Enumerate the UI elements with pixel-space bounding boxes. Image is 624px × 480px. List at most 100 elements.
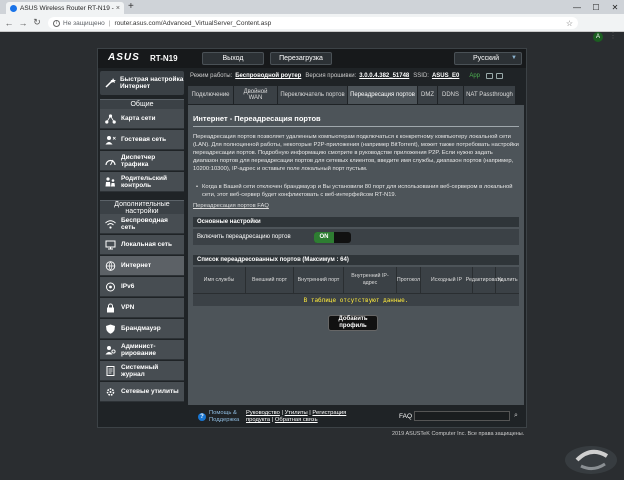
close-tab-icon[interactable]: × — [116, 5, 120, 12]
language-value: Русский — [473, 55, 499, 62]
reboot-button[interactable]: Перезагрузка — [270, 52, 332, 65]
sidebar-item-wan[interactable]: Интернет — [100, 256, 184, 276]
favicon-icon — [10, 4, 17, 12]
sidebar-item-label: Карта сети — [121, 115, 156, 122]
column-header: Редактировать — [466, 267, 502, 293]
back-icon[interactable]: ← — [2, 18, 16, 28]
close-window-icon[interactable]: ✕ — [606, 0, 624, 14]
help-line-1: Помощь & — [209, 410, 237, 416]
status-bar: Режим работы: Беспроводной роутер Версия… — [190, 70, 526, 82]
faq-link[interactable]: Переадресация портов FAQ — [193, 203, 269, 209]
sidebar-item-label: Сетевые утилиты — [121, 388, 179, 395]
sidebar-item-label: Админист-рирование — [121, 342, 156, 357]
router-top-bar: ASUS RT-N19 Выход Перезагрузка Русский ▼ — [98, 49, 526, 68]
page-title: Интернет - Переадресация портов — [193, 114, 321, 123]
sidebar-item-guest-network[interactable]: Гостевая сеть — [100, 130, 184, 150]
basic-settings-header: Основные настройки — [193, 217, 519, 227]
avatar[interactable]: A — [593, 32, 603, 42]
sidebar-item-system-log[interactable]: Системный журнал — [100, 361, 184, 381]
router-model: RT-N19 — [150, 54, 178, 63]
tab-dmz[interactable]: DMZ — [418, 86, 438, 104]
tab-connection[interactable]: Подключение — [188, 86, 234, 104]
feedback-link[interactable]: Обратная связь — [275, 417, 318, 423]
manual-link[interactable]: Руководство — [246, 410, 280, 416]
shield-icon — [105, 324, 116, 334]
sidebar-item-label: Родительский контроль — [121, 174, 167, 189]
ssid-value[interactable]: ASUS_E0 — [432, 73, 459, 79]
info-icon[interactable]: i — [53, 19, 60, 27]
tab-port-forwarding[interactable]: Переадресация портов — [348, 86, 418, 104]
bookmark-star-icon[interactable]: ☆ — [566, 19, 573, 28]
mode-value[interactable]: Беспроводной роутер — [235, 73, 301, 79]
tab-nat-passthrough[interactable]: NAT Passthrough — [464, 86, 516, 104]
system-log-icon — [105, 365, 116, 376]
copyright: 2019 ASUSTeK Computer Inc. Все права защ… — [392, 431, 525, 437]
add-profile-button[interactable]: Добавить профиль — [328, 315, 378, 331]
faq-search-input[interactable] — [414, 411, 510, 421]
globe-icon — [105, 260, 116, 271]
tab-port-trigger[interactable]: Переключатель портов — [278, 86, 348, 104]
sidebar-item-lan[interactable]: Локальная сеть — [100, 235, 184, 255]
lan-icon — [105, 240, 116, 250]
column-header: Имя службы — [193, 267, 246, 293]
ssid-label: SSID: — [413, 73, 429, 79]
general-section-header: Общие — [100, 99, 184, 109]
sidebar-item-vpn[interactable]: VPN — [100, 298, 184, 318]
enable-forwarding-toggle[interactable]: ON — [314, 232, 351, 243]
tab-dual-wan[interactable]: Двойной WAN — [234, 86, 278, 104]
new-tab-icon[interactable]: + — [128, 1, 134, 12]
maximize-icon[interactable]: ☐ — [587, 0, 605, 14]
tab-ddns[interactable]: DDNS — [438, 86, 464, 104]
logout-button[interactable]: Выход — [202, 52, 264, 65]
browser-tab[interactable]: ASUS Wireless Router RT-N19 - Пер × — [6, 2, 124, 14]
sidebar-item-label: Диспетчер трафика — [121, 153, 156, 168]
registration-link[interactable]: Регистрация — [312, 410, 346, 416]
minimize-icon[interactable]: — — [568, 0, 586, 14]
ipv6-icon — [105, 282, 116, 292]
footer-links: Руководство | Утилиты | Регистрация прод… — [246, 410, 347, 423]
language-select[interactable]: Русский ▼ — [454, 52, 522, 65]
help-support[interactable]: ? Помощь & Поддержка — [198, 410, 239, 423]
enable-forwarding-label: Включить переадресацию портов — [197, 234, 291, 240]
sidebar-item-quick-setup[interactable]: Быстрая настройка Интернет — [100, 71, 184, 95]
sidebar-item-network-map[interactable]: Карта сети — [100, 109, 184, 129]
help-icon: ? — [198, 412, 206, 421]
app-link[interactable]: App — [469, 73, 480, 79]
parental-control-icon — [105, 176, 116, 187]
mode-label: Режим работы: — [190, 73, 233, 79]
menu-icon[interactable]: ⋮ — [609, 31, 617, 40]
sidebar-item-firewall[interactable]: Брандмауэр — [100, 319, 184, 339]
network-status-icon[interactable] — [486, 73, 493, 79]
network-tools-icon — [105, 387, 116, 397]
firmware-value[interactable]: 3.0.0.4.382_51748 — [359, 73, 409, 79]
quick-setup-label: Быстрая настройка Интернет — [120, 76, 184, 90]
wand-icon — [105, 78, 116, 88]
url-input[interactable]: i Не защищено | router.asus.com/Advanced… — [48, 17, 578, 29]
usb-status-icon[interactable] — [496, 73, 503, 79]
toggle-on-label: ON — [314, 232, 334, 243]
sidebar-item-ipv6[interactable]: IPv6 — [100, 277, 184, 297]
sidebar-item-traffic-manager[interactable]: Диспетчер трафика — [100, 151, 184, 171]
search-icon[interactable]: ⌕ — [514, 412, 518, 420]
enable-forwarding-row: Включить переадресацию портов ON — [193, 229, 519, 245]
empty-table-message: В таблице отсутствуют данные. — [193, 293, 519, 306]
sidebar-item-parental-control[interactable]: Родительский контроль — [100, 172, 184, 192]
registration-link-2[interactable]: продукта — [246, 417, 270, 423]
administration-icon — [105, 345, 116, 355]
sidebar-item-wireless[interactable]: Беспроводная сеть — [100, 214, 184, 234]
forwarding-table-header: Имя службы Внешний порт Внутренний порт … — [193, 267, 519, 293]
wan-tabs: Подключение Двойной WAN Переключатель по… — [188, 86, 524, 104]
sidebar-item-administration[interactable]: Админист-рирование — [100, 340, 184, 360]
guest-network-icon — [105, 135, 116, 145]
url-separator: | — [108, 19, 111, 27]
sidebar-item-network-tools[interactable]: Сетевые утилиты — [100, 382, 184, 402]
asus-logo: ASUS — [108, 52, 140, 63]
reload-icon[interactable]: ↻ — [30, 17, 44, 28]
utilities-link[interactable]: Утилиты — [285, 410, 308, 416]
sidebar-item-label: Беспроводная сеть — [121, 216, 168, 231]
wifi-icon — [105, 219, 116, 229]
chevron-down-icon: ▼ — [511, 55, 517, 61]
url-text: router.asus.com/Advanced_VirtualServer_C… — [114, 19, 272, 27]
forward-icon[interactable]: → — [16, 18, 30, 28]
warning-bullet: Когда в Вашей сети отключен брандмауэр и… — [196, 183, 514, 199]
